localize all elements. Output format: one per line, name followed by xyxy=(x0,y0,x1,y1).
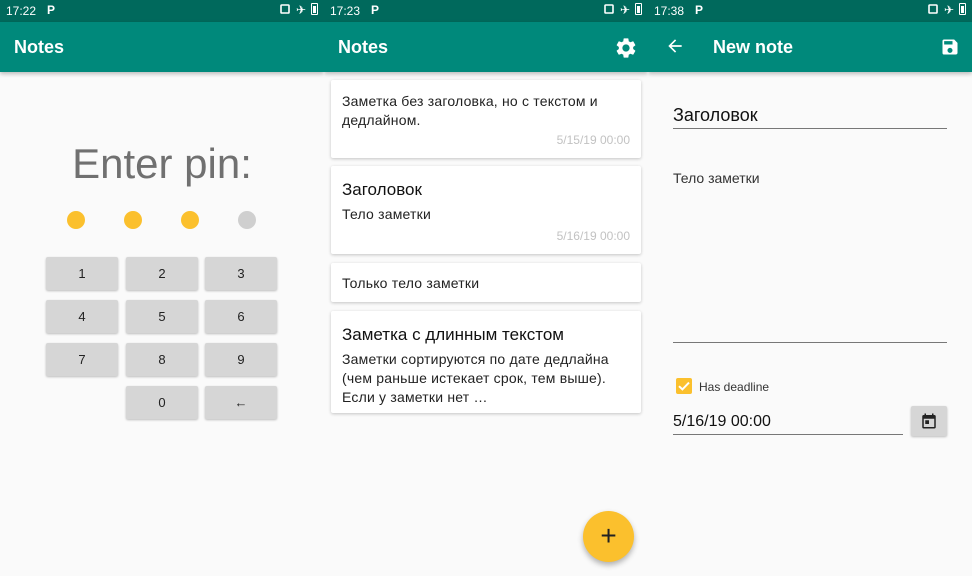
status-time: 17:22 xyxy=(6,4,37,18)
add-note-button[interactable]: + xyxy=(583,511,634,562)
battery-icon xyxy=(635,3,642,15)
key-2[interactable]: 2 xyxy=(126,257,198,290)
body-underline xyxy=(673,342,947,343)
gear-icon[interactable] xyxy=(614,36,638,60)
pin-dot xyxy=(238,211,256,229)
notes-list-screen: 17:23 P ✈ Notes Заметка без заголовка, н… xyxy=(324,0,648,576)
parking-icon: P xyxy=(371,3,380,17)
back-arrow-icon[interactable] xyxy=(665,36,685,56)
system-icons: ✈ xyxy=(927,3,966,17)
note-date: 5/15/19 00:00 xyxy=(556,133,630,147)
note-date: 5/16/19 00:00 xyxy=(556,229,630,243)
app-bar: New note xyxy=(648,22,972,72)
key-4[interactable]: 4 xyxy=(46,300,118,333)
parking-icon: P xyxy=(695,3,704,17)
deadline-date-field[interactable]: 5/16/19 00:00 xyxy=(673,413,771,431)
note-title: Заметка с длинным текстом xyxy=(342,325,564,344)
system-icons: ✈ xyxy=(603,3,642,17)
pin-screen: 17:22 P ✈ Notes Enter pin: 1 2 3 4 5 6 7… xyxy=(0,0,324,576)
key-1[interactable]: 1 xyxy=(46,257,118,290)
title-underline xyxy=(673,128,947,129)
status-time: 17:23 xyxy=(330,4,361,18)
key-5[interactable]: 5 xyxy=(126,300,198,333)
parking-icon: P xyxy=(47,3,56,17)
airplane-icon: ✈ xyxy=(619,3,630,17)
app-title: Notes xyxy=(338,37,389,57)
note-card[interactable]: Заметка с длинным текстом Заметки сортир… xyxy=(331,311,641,413)
key-3[interactable]: 3 xyxy=(205,257,277,290)
vibrate-icon xyxy=(604,4,614,14)
note-card[interactable]: Только тело заметки xyxy=(331,263,641,302)
system-icons: ✈ xyxy=(279,3,318,17)
pin-dot xyxy=(124,211,142,229)
pin-title: Enter pin: xyxy=(72,140,252,187)
calendar-icon xyxy=(922,413,936,429)
check-icon xyxy=(678,381,690,391)
deadline-checkbox[interactable] xyxy=(676,378,692,394)
calendar-button[interactable] xyxy=(911,406,947,436)
app-bar: Notes xyxy=(0,22,324,72)
status-bar: 17:23 P ✈ xyxy=(324,0,648,22)
note-body-input[interactable]: Тело заметки xyxy=(673,170,760,186)
note-body: Только тело заметки xyxy=(342,275,480,291)
status-bar: 17:38 P ✈ xyxy=(648,0,972,22)
pin-dots xyxy=(67,211,257,231)
note-title: Заголовок xyxy=(342,180,422,199)
note-card[interactable]: Заметка без заголовка, но с текстом и де… xyxy=(331,80,641,158)
date-underline xyxy=(673,434,903,435)
key-9[interactable]: 9 xyxy=(205,343,277,376)
key-6[interactable]: 6 xyxy=(205,300,277,333)
note-title-input[interactable]: Заголовок xyxy=(673,105,758,126)
vibrate-icon xyxy=(280,4,290,14)
new-note-screen: 17:38 P ✈ New note Заголовок Тело заметк… xyxy=(648,0,972,576)
app-title: New note xyxy=(713,37,794,57)
key-0[interactable]: 0 xyxy=(126,386,198,419)
airplane-icon: ✈ xyxy=(295,3,306,17)
key-7[interactable]: 7 xyxy=(46,343,118,376)
pin-dot xyxy=(181,211,199,229)
vibrate-icon xyxy=(928,4,938,14)
status-bar: 17:22 P ✈ xyxy=(0,0,324,22)
battery-icon xyxy=(959,3,966,15)
airplane-icon: ✈ xyxy=(943,3,954,17)
note-card[interactable]: Заголовок Тело заметки 5/16/19 00:00 xyxy=(331,166,641,254)
note-body: Заметка без заголовка, но с текстом и де… xyxy=(342,93,598,128)
note-body: Заметки сортируются по дате дедлайна (че… xyxy=(342,351,609,405)
app-title: Notes xyxy=(14,37,65,57)
pin-dot xyxy=(67,211,85,229)
app-bar: Notes xyxy=(324,22,648,72)
note-body: Тело заметки xyxy=(342,206,431,222)
save-icon[interactable] xyxy=(940,37,960,57)
key-8[interactable]: 8 xyxy=(126,343,198,376)
key-backspace[interactable]: ← xyxy=(205,386,277,419)
battery-icon xyxy=(311,3,318,15)
status-time: 17:38 xyxy=(654,4,685,18)
deadline-label: Has deadline xyxy=(699,380,770,394)
